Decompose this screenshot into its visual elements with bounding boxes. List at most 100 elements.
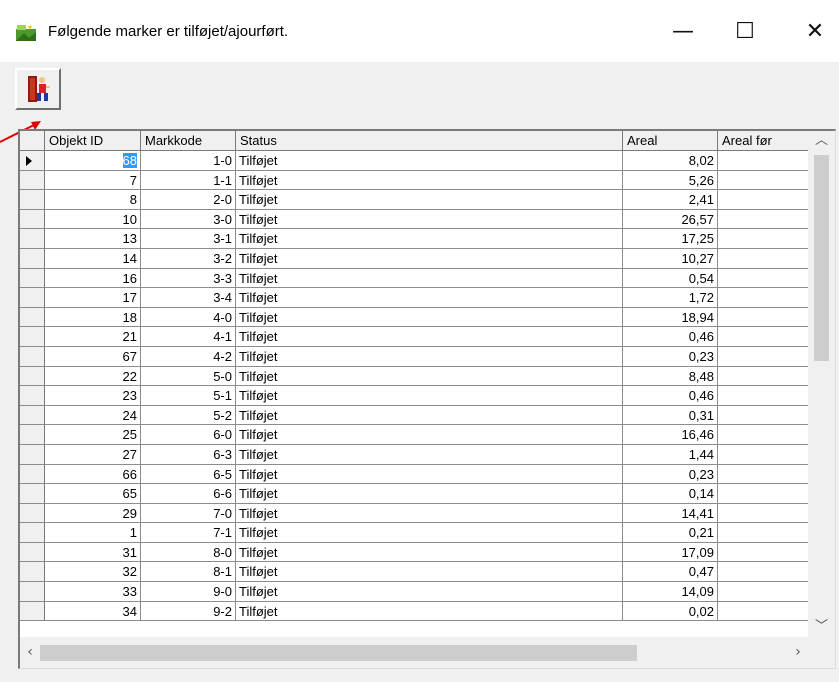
horizontal-scrollbar[interactable]: ‹ › (20, 637, 808, 668)
table-row[interactable]: 1 7-1 Tilføjet 0,21 (20, 523, 808, 543)
cell-status[interactable]: Tilføjet (236, 268, 623, 289)
cell-status[interactable]: Tilføjet (236, 307, 623, 328)
cell-markkode[interactable]: 5-2 (141, 405, 236, 426)
row-indicator[interactable] (20, 170, 45, 191)
cell-objekt-id[interactable]: 23 (45, 386, 141, 406)
cell-markkode[interactable]: 5-0 (141, 366, 236, 387)
cell-objekt-id[interactable]: 14 (45, 248, 141, 269)
vertical-scroll-thumb[interactable] (814, 155, 829, 361)
row-indicator[interactable] (20, 346, 45, 367)
cell-status[interactable]: Tilføjet (236, 346, 623, 367)
cell-markkode[interactable]: 7-0 (141, 503, 236, 524)
cell-areal-for[interactable] (718, 151, 808, 171)
cell-objekt-id[interactable]: 22 (45, 366, 141, 387)
cell-objekt-id[interactable]: 24 (45, 405, 141, 426)
cell-areal-for[interactable] (718, 425, 808, 445)
cell-areal[interactable]: 5,26 (623, 170, 718, 191)
cell-areal-for[interactable] (718, 386, 808, 406)
table-row[interactable]: 25 6-0 Tilføjet 16,46 (20, 425, 808, 445)
vertical-scrollbar[interactable]: ︿ ﹀ (808, 131, 835, 637)
cell-objekt-id[interactable]: 25 (45, 425, 141, 445)
cell-markkode[interactable]: 6-5 (141, 464, 236, 485)
cell-areal[interactable]: 17,25 (623, 229, 718, 249)
cell-status[interactable]: Tilføjet (236, 151, 623, 171)
cell-objekt-id[interactable]: 18 (45, 307, 141, 328)
cell-status[interactable]: Tilføjet (236, 405, 623, 426)
row-indicator[interactable] (20, 464, 45, 485)
cell-status[interactable]: Tilføjet (236, 229, 623, 249)
cell-status[interactable]: Tilføjet (236, 464, 623, 485)
row-indicator[interactable] (20, 386, 45, 406)
cell-objekt-id[interactable]: 7 (45, 170, 141, 191)
cell-objekt-id[interactable]: 29 (45, 503, 141, 524)
cell-status[interactable]: Tilføjet (236, 484, 623, 504)
row-indicator[interactable] (20, 484, 45, 504)
cell-areal[interactable]: 14,41 (623, 503, 718, 524)
cell-areal[interactable]: 17,09 (623, 542, 718, 563)
scroll-up-icon[interactable]: ︿ (808, 131, 835, 151)
cell-areal[interactable]: 8,48 (623, 366, 718, 387)
cell-status[interactable]: Tilføjet (236, 601, 623, 622)
cell-markkode[interactable]: 3-1 (141, 229, 236, 249)
maximize-button[interactable]: ☐ (722, 12, 768, 50)
table-row[interactable]: 7 1-1 Tilføjet 5,26 (20, 170, 808, 191)
row-indicator[interactable] (20, 523, 45, 543)
table-row[interactable]: 68 1-0 Tilføjet 8,02 (20, 151, 808, 171)
cell-markkode[interactable]: 8-1 (141, 562, 236, 583)
table-row[interactable]: 17 3-4 Tilføjet 1,72 (20, 288, 808, 308)
cell-markkode[interactable]: 4-1 (141, 327, 236, 347)
cell-objekt-id[interactable]: 32 (45, 562, 141, 583)
cell-status[interactable]: Tilføjet (236, 523, 623, 543)
cell-areal-for[interactable] (718, 229, 808, 249)
cell-status[interactable]: Tilføjet (236, 386, 623, 406)
row-indicator[interactable] (20, 268, 45, 289)
cell-status[interactable]: Tilføjet (236, 444, 623, 465)
row-indicator[interactable] (20, 405, 45, 426)
exit-button[interactable] (15, 68, 61, 110)
cell-areal[interactable]: 0,54 (623, 268, 718, 289)
cell-objekt-id[interactable]: 16 (45, 268, 141, 289)
row-indicator[interactable] (20, 582, 45, 602)
cell-markkode[interactable]: 3-0 (141, 209, 236, 230)
table-row[interactable]: 31 8-0 Tilføjet 17,09 (20, 542, 808, 563)
cell-markkode[interactable]: 1-0 (141, 151, 236, 171)
cell-areal-for[interactable] (718, 288, 808, 308)
cell-areal[interactable]: 0,21 (623, 523, 718, 543)
cell-markkode[interactable]: 4-0 (141, 307, 236, 328)
cell-objekt-id[interactable]: 1 (45, 523, 141, 543)
row-indicator[interactable] (20, 151, 45, 171)
cell-objekt-id[interactable]: 66 (45, 464, 141, 485)
cell-status[interactable]: Tilføjet (236, 327, 623, 347)
cell-areal[interactable]: 18,94 (623, 307, 718, 328)
cell-areal-for[interactable] (718, 190, 808, 210)
cell-areal[interactable]: 0,23 (623, 464, 718, 485)
cell-areal[interactable]: 1,72 (623, 288, 718, 308)
cell-markkode[interactable]: 4-2 (141, 346, 236, 367)
row-indicator[interactable] (20, 229, 45, 249)
cell-markkode[interactable]: 1-1 (141, 170, 236, 191)
cell-markkode[interactable]: 5-1 (141, 386, 236, 406)
cell-areal[interactable]: 0,23 (623, 346, 718, 367)
cell-status[interactable]: Tilføjet (236, 288, 623, 308)
cell-objekt-id[interactable]: 13 (45, 229, 141, 249)
cell-markkode[interactable]: 6-6 (141, 484, 236, 504)
cell-markkode[interactable]: 9-2 (141, 601, 236, 622)
cell-objekt-id[interactable]: 21 (45, 327, 141, 347)
table-row[interactable]: 24 5-2 Tilføjet 0,31 (20, 405, 808, 426)
cell-areal[interactable]: 0,31 (623, 405, 718, 426)
cell-objekt-id[interactable]: 65 (45, 484, 141, 504)
row-indicator[interactable] (20, 209, 45, 230)
cell-areal-for[interactable] (718, 308, 808, 328)
cell-areal-for[interactable] (718, 406, 808, 426)
cell-status[interactable]: Tilføjet (236, 366, 623, 387)
cell-areal-for[interactable] (718, 210, 808, 230)
cell-areal-for[interactable] (718, 171, 808, 191)
cell-markkode[interactable]: 3-2 (141, 248, 236, 269)
scroll-down-icon[interactable]: ﹀ (808, 617, 835, 637)
row-indicator[interactable] (20, 562, 45, 583)
cell-areal[interactable]: 10,27 (623, 248, 718, 269)
cell-areal-for[interactable] (718, 582, 808, 602)
row-indicator[interactable] (20, 425, 45, 445)
table-row[interactable]: 27 6-3 Tilføjet 1,44 (20, 444, 808, 465)
minimize-button[interactable]: — (660, 12, 706, 50)
